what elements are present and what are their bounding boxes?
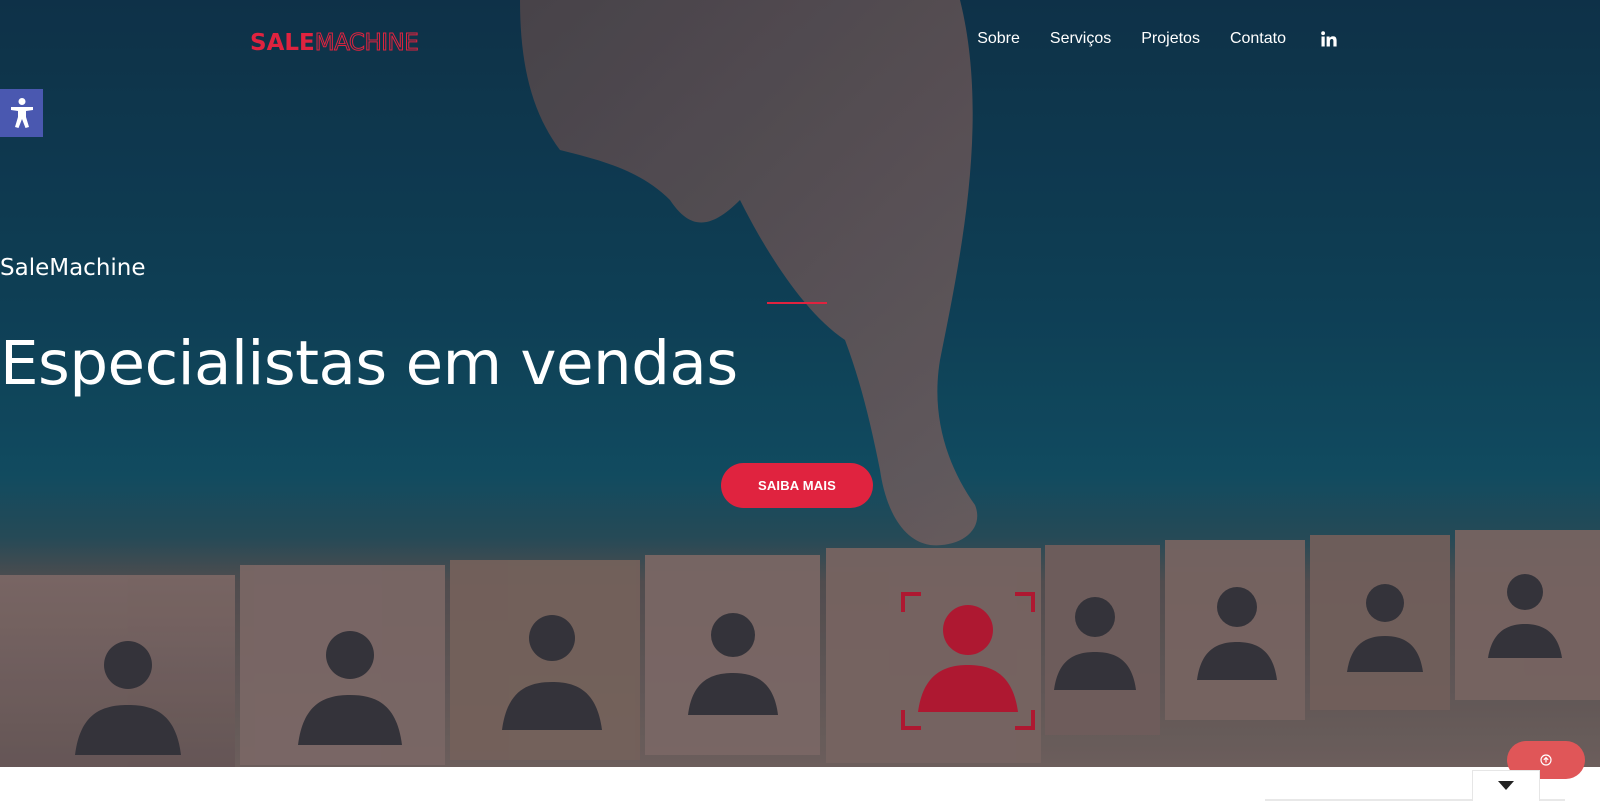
eyebrow-underline xyxy=(767,302,827,304)
hero-eyebrow: SaleMachine xyxy=(0,255,146,281)
site-logo[interactable]: SALEMACHINE xyxy=(250,30,419,57)
arrow-up-circle-icon xyxy=(1540,754,1552,766)
saiba-mais-button[interactable]: SAIBA MAIS xyxy=(721,463,873,508)
logo-machine-text: MACHINE xyxy=(314,30,419,57)
nav-link-sobre[interactable]: Sobre xyxy=(977,30,1020,48)
logo-sale-text: SALE xyxy=(250,30,315,56)
linkedin-icon[interactable] xyxy=(1320,30,1338,48)
nav-link-contato[interactable]: Contato xyxy=(1230,30,1286,48)
nav-link-projetos[interactable]: Projetos xyxy=(1141,30,1200,48)
dropdown-toggle[interactable] xyxy=(1472,770,1540,801)
hero-headline: Especialistas em vendas xyxy=(0,328,738,399)
hero-section: SALEMACHINE Sobre Serviços Projetos Cont… xyxy=(0,0,1600,767)
accessibility-button[interactable] xyxy=(0,89,43,137)
main-nav: Sobre Serviços Projetos Contato xyxy=(947,30,1338,48)
nav-link-servicos[interactable]: Serviços xyxy=(1050,30,1111,48)
accessibility-icon xyxy=(10,98,33,128)
caret-down-icon xyxy=(1498,781,1514,790)
